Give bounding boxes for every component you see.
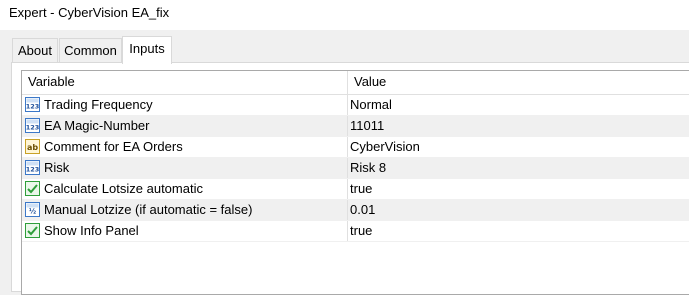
variable-cell: 123 Trading Frequency [22,95,348,115]
value-cell[interactable]: CyberVision [348,137,689,157]
variable-cell: Show Info Panel [22,221,348,241]
grid-header: Variable Value [22,71,689,95]
value-cell[interactable]: 0.01 [348,200,689,220]
string-icon: ab [25,139,40,154]
integer-icon: 123 [25,118,40,133]
variable-cell: ab Comment for EA Orders [22,137,348,157]
variable-name: Show Info Panel [44,223,139,238]
value-cell[interactable]: true [348,179,689,199]
inputs-panel: Variable Value 123 Trading Frequency Nor… [11,62,689,295]
value-cell[interactable]: Risk 8 [348,158,689,178]
double-icon: ½ [25,202,40,217]
input-row-magic-number[interactable]: 123 EA Magic-Number 11011 [22,116,689,137]
integer-icon: 123 [25,97,40,112]
value-cell[interactable]: true [348,221,689,241]
variable-name: Trading Frequency [44,97,153,112]
value-cell[interactable]: Normal [348,95,689,115]
tab-inputs-label: Inputs [129,41,165,56]
variable-name: Comment for EA Orders [44,139,183,154]
boolean-icon [25,181,40,196]
svg-text:ab: ab [27,143,38,152]
variable-name: Risk [44,160,70,175]
variable-cell: 123 Risk [22,158,348,178]
input-row-calculate-lotsize[interactable]: Calculate Lotsize automatic true [22,179,689,200]
svg-text:123: 123 [26,166,40,174]
svg-text:123: 123 [26,124,40,132]
tab-about-label: About [18,43,52,58]
svg-text:½: ½ [29,208,36,216]
integer-icon: 123 [25,160,40,175]
column-header-variable[interactable]: Variable [22,71,348,94]
tab-strip: About Common Inputs [0,30,689,64]
tab-inputs[interactable]: Inputs [122,36,172,64]
input-row-trading-frequency[interactable]: 123 Trading Frequency Normal [22,95,689,116]
input-row-risk[interactable]: 123 Risk Risk 8 [22,158,689,179]
variable-name: Calculate Lotsize automatic [44,181,203,196]
variable-cell: Calculate Lotsize automatic [22,179,348,199]
input-row-manual-lotsize[interactable]: ½ Manual Lotzize (if automatic = false) … [22,200,689,221]
tab-common[interactable]: Common [59,38,122,62]
window-title: Expert - CyberVision EA_fix [9,5,170,20]
tab-about[interactable]: About [12,38,58,62]
inputs-grid[interactable]: Variable Value 123 Trading Frequency Nor… [21,70,689,295]
input-row-show-info-panel[interactable]: Show Info Panel true [22,221,689,242]
column-header-value[interactable]: Value [348,71,689,94]
variable-name: EA Magic-Number [44,118,150,133]
boolean-icon [25,223,40,238]
tab-common-label: Common [64,43,117,58]
input-row-comment[interactable]: ab Comment for EA Orders CyberVision [22,137,689,158]
svg-text:123: 123 [26,103,40,111]
title-bar: Expert - CyberVision EA_fix [0,0,689,30]
variable-cell: 123 EA Magic-Number [22,116,348,136]
value-cell[interactable]: 11011 [348,116,689,136]
variable-name: Manual Lotzize (if automatic = false) [44,202,253,217]
variable-cell: ½ Manual Lotzize (if automatic = false) [22,200,348,220]
